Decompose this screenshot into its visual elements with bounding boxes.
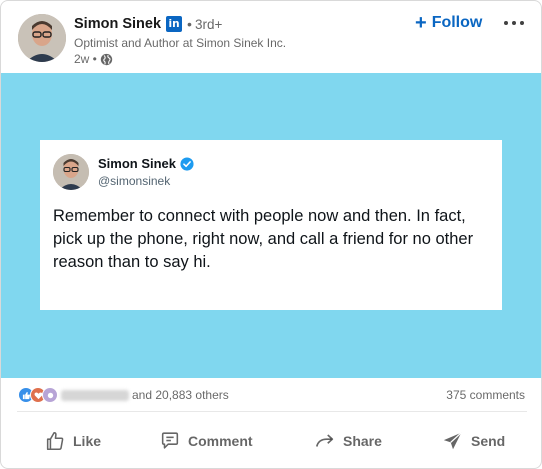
- linkedin-badge-icon: in: [166, 16, 183, 32]
- separator-dot: •: [89, 52, 97, 66]
- author-name-row: Simon Sinek in • 3rd+: [74, 14, 222, 34]
- post-image[interactable]: Simon Sinek @simonsinek Remember to conn…: [1, 73, 541, 378]
- plus-icon: +: [415, 12, 427, 34]
- connection-degree: 3rd+: [194, 16, 223, 32]
- send-button[interactable]: Send: [442, 421, 505, 461]
- post-age: 2w: [74, 52, 90, 66]
- tweet-avatar: [53, 154, 89, 190]
- post-header: Simon Sinek in • 3rd+ Optimist and Autho…: [1, 1, 541, 73]
- social-counts: and 20,883 others 375 comments: [1, 381, 541, 409]
- send-label: Send: [471, 433, 506, 449]
- tweet-card: Simon Sinek @simonsinek Remember to conn…: [40, 140, 502, 310]
- post-meta: 2w •: [74, 52, 113, 66]
- like-label: Like: [73, 433, 102, 449]
- action-bar: Like Comment Share Send: [1, 421, 541, 461]
- comment-icon: [161, 432, 179, 449]
- share-arrow-icon: [315, 434, 334, 447]
- tweet-author-name: Simon Sinek: [98, 156, 177, 171]
- share-button[interactable]: Share: [314, 421, 382, 461]
- share-label: Share: [343, 433, 382, 449]
- author-name[interactable]: Simon Sinek: [74, 16, 161, 32]
- comment-button[interactable]: Comment: [159, 421, 253, 461]
- reactor-name-redacted: [61, 390, 129, 401]
- ellipsis-icon[interactable]: [499, 11, 529, 35]
- thumbs-up-icon: [46, 431, 64, 451]
- author-avatar[interactable]: [18, 14, 66, 62]
- feed-post-card: Simon Sinek in • 3rd+ Optimist and Autho…: [0, 0, 542, 469]
- tweet-handle: @simonsinek: [98, 174, 171, 188]
- globe-icon: [100, 53, 113, 65]
- send-icon: [443, 432, 462, 450]
- tweet-name-row: Simon Sinek: [98, 156, 194, 171]
- follow-button[interactable]: + Follow: [415, 11, 482, 35]
- reactions-summary[interactable]: [18, 387, 58, 403]
- comments-count[interactable]: 375 comments: [446, 388, 525, 402]
- divider: [17, 411, 527, 412]
- verified-badge-icon: [180, 156, 194, 171]
- follow-label: Follow: [431, 14, 483, 31]
- like-button[interactable]: Like: [44, 421, 101, 461]
- author-headline: Optimist and Author at Simon Sinek Inc.: [74, 36, 287, 50]
- support-reaction-icon: [42, 387, 58, 403]
- reactions-count[interactable]: and 20,883 others: [132, 388, 229, 402]
- comment-label: Comment: [188, 433, 253, 449]
- tweet-text: Remember to connect with people now and …: [53, 207, 474, 271]
- separator-dot: •: [187, 16, 192, 32]
